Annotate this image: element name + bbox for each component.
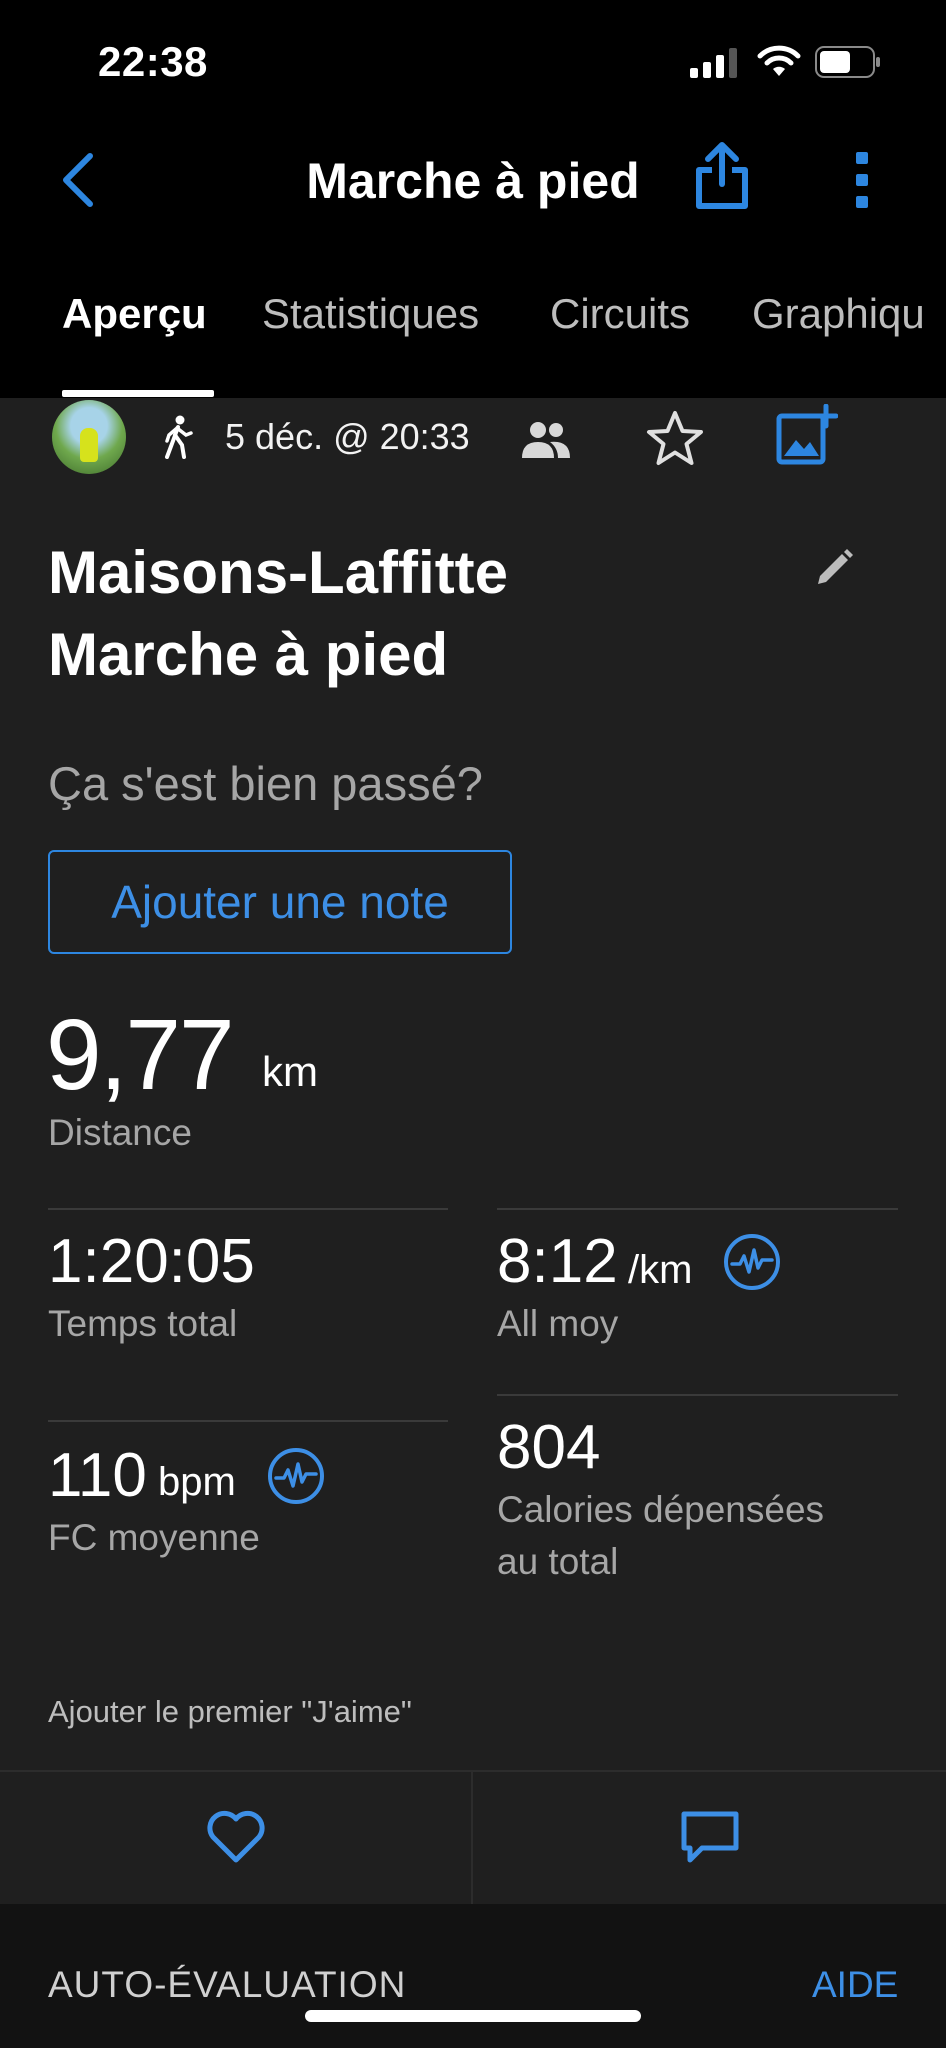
avg-hr-label: FC moyenne — [48, 1517, 260, 1558]
star-icon[interactable] — [644, 408, 706, 470]
avg-hr-unit: bpm — [158, 1460, 236, 1504]
divider — [471, 1770, 473, 1904]
feedback-question: Ça s'est bien passé? — [48, 757, 483, 810]
avg-pace-label: All moy — [497, 1303, 619, 1344]
activity-date: 5 déc. @ 20:33 — [225, 416, 470, 457]
divider — [497, 1208, 898, 1210]
tab-graphiques[interactable]: Graphiqu — [752, 290, 925, 338]
heart-rate-pulse-icon[interactable] — [722, 1232, 782, 1292]
comment-icon[interactable] — [680, 1810, 740, 1866]
social-action-bar — [0, 1770, 946, 1906]
share-icon[interactable] — [694, 142, 750, 210]
status-time: 22:38 — [98, 38, 208, 85]
distance-unit: km — [262, 1048, 318, 1095]
calories-label-line2: au total — [497, 1541, 619, 1582]
people-icon[interactable] — [520, 420, 572, 460]
activity-title-line2: Marche à pied — [48, 621, 449, 688]
divider — [48, 1208, 448, 1210]
home-indicator — [305, 2010, 641, 2022]
add-photo-icon[interactable] — [776, 404, 838, 466]
nav-title: Marche à pied — [306, 153, 640, 209]
divider — [48, 1420, 448, 1422]
divider — [497, 1394, 898, 1396]
edit-pencil-icon[interactable] — [812, 546, 856, 590]
more-options-icon[interactable] — [846, 150, 878, 210]
avg-pace-value: 8:12 — [497, 1227, 618, 1296]
tab-bar: Aperçu Statistiques Circuits Graphiqu — [0, 290, 946, 360]
help-link[interactable]: AIDE — [812, 1964, 898, 2006]
tab-apercu[interactable]: Aperçu — [62, 290, 207, 338]
calories-label-line1: Calories dépensées — [497, 1489, 825, 1530]
active-tab-indicator — [62, 390, 214, 397]
add-note-button[interactable]: Ajouter une note — [48, 850, 512, 954]
cellular-signal-icon — [690, 48, 737, 78]
activity-title: Maisons-Laffitte Marche à pied — [48, 532, 508, 696]
total-time-value: 1:20:05 — [48, 1227, 255, 1296]
walking-icon — [165, 415, 193, 459]
heart-rate-pulse-icon[interactable] — [266, 1446, 326, 1506]
like-prompt[interactable]: Ajouter le premier "J'aime" — [48, 1694, 412, 1730]
avatar[interactable] — [52, 400, 126, 474]
calories-value: 804 — [497, 1413, 601, 1482]
total-time-label: Temps total — [48, 1303, 238, 1344]
tab-circuits[interactable]: Circuits — [550, 290, 690, 338]
distance-label: Distance — [48, 1112, 192, 1153]
avg-hr-value: 110 — [48, 1441, 147, 1510]
self-evaluation-title: AUTO-ÉVALUATION — [48, 1964, 407, 2005]
avg-pace-unit: /km — [628, 1248, 693, 1292]
activity-title-line1: Maisons-Laffitte — [48, 539, 509, 606]
like-heart-icon[interactable] — [205, 1808, 267, 1866]
distance-value: 9,77 — [46, 999, 235, 1111]
tab-statistiques[interactable]: Statistiques — [262, 290, 479, 338]
battery-icon — [815, 46, 880, 78]
calories-label: Calories dépensées au total — [497, 1484, 824, 1588]
wifi-icon — [757, 45, 801, 76]
